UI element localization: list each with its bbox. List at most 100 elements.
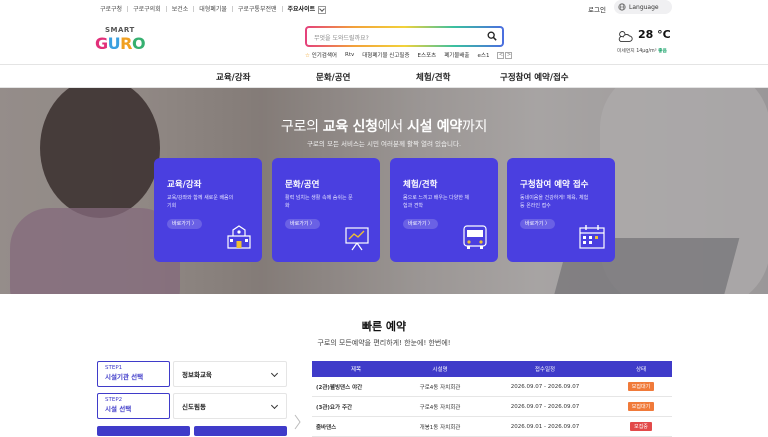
column-header-facility: 시설명 [432, 367, 448, 373]
table-row[interactable]: (2관)웰빙댄스 야간 구로4동 자치회관 2026.09.07 - 2026.… [312, 377, 672, 397]
hero-title-strong: 교육 신청 [322, 119, 378, 135]
keyword-item[interactable]: E스포츠 [418, 51, 437, 59]
keyword-item[interactable]: 대형폐기물 신고필증 [362, 51, 409, 59]
keyword-item[interactable]: Rtv [345, 52, 354, 58]
card-education[interactable]: 교육/강좌 교육/강좌와 함께 새로운 배움의 기회 바로가기 〉 [154, 158, 262, 262]
card-title: 교육/강좌 [167, 180, 202, 190]
card-experience[interactable]: 체험/견학 몸으로 느끼고 배우는 다양한 체험과 견학 바로가기 〉 [390, 158, 498, 262]
facility-type-value: 정보화교육 [182, 371, 212, 379]
nav-item-participation[interactable]: 구정참여 예약/접수 [500, 71, 569, 83]
logo-guro-text: GURO [95, 34, 146, 53]
nav-item-experience[interactable]: 체험/견학 [416, 71, 450, 83]
top-link-guro-office[interactable]: 구로구청 [100, 4, 122, 13]
main-nav: 교육/강좌 문화/공연 체험/견학 구정참여 예약/접수 [0, 64, 768, 88]
login-link[interactable]: 로그인 [588, 4, 606, 14]
temperature: 28 °C [638, 28, 671, 41]
nav-item-culture[interactable]: 문화/공연 [316, 71, 350, 83]
card-go-button[interactable]: 바로가기 〉 [167, 219, 202, 229]
top-link-misc[interactable]: 구로구통부전맨 [238, 4, 277, 13]
row-period: 2026.09.01 - 2026.09.07 [510, 423, 580, 430]
row-title: 줌바댄스 [316, 424, 337, 431]
smart-guro-logo[interactable]: SMART GURO [95, 26, 151, 58]
top-link-council[interactable]: 구로구의회 [133, 4, 161, 13]
row-facility: 구로4동 자치회관 [419, 404, 461, 411]
column-header-title: 제목 [350, 367, 362, 373]
column-header-status: 상태 [635, 367, 647, 373]
calendar-icon [579, 225, 605, 249]
search-icon[interactable] [487, 31, 497, 41]
status-badge: 모집중 [630, 422, 652, 431]
hero-title-part: 에서 [377, 119, 408, 135]
keyword-item[interactable]: e스1 [478, 51, 490, 59]
card-title: 체험/견학 [403, 180, 438, 190]
quick-action-button-left[interactable] [97, 426, 190, 436]
card-title: 문화/공연 [285, 180, 320, 190]
step2-title: 시설 선택 [105, 405, 132, 413]
quick-reservation-subtitle: 구로의 모든예약을 편리하게! 한눈에! 한번에! [317, 339, 451, 347]
divider [127, 5, 129, 12]
keyword-prev-button[interactable]: < [497, 51, 505, 59]
step1-label-box: STEP1 시설기관 선택 [97, 361, 170, 387]
chevron-right-icon[interactable] [293, 414, 301, 430]
chevron-down-icon[interactable] [318, 5, 327, 14]
search-input[interactable]: 무엇을 도와드릴까요? [314, 33, 369, 42]
search-box[interactable]: 무엇을 도와드릴까요? [305, 26, 504, 47]
weather-widget: 28 °C 미세먼지 14μg/m³ 좋음 [616, 28, 676, 58]
card-description: 동네이음을 건강하게! 체육, 체험등 온라인 접수 [520, 195, 589, 209]
divider [281, 5, 283, 12]
card-description: 활력 넘치는 생활 속에 숨쉬는 문화 [285, 195, 353, 209]
top-utility-links: 구로구청 구로구의회 보건소 대형폐기물 구로구통부전맨 주요사이트 [100, 4, 327, 14]
table-row[interactable]: (3관)요가 주간 구로4동 자치회관 2026.09.07 - 2026.09… [312, 397, 672, 417]
facility-select[interactable]: 신도림동 [173, 393, 287, 419]
row-title: (3관)요가 주간 [316, 404, 353, 411]
card-participation[interactable]: 구청참여 예약 접수 동네이음을 건강하게! 체육, 체험등 온라인 접수 바로… [507, 158, 615, 262]
chevron-down-icon [270, 401, 279, 410]
language-selector[interactable]: Language [614, 0, 672, 14]
quick-action-button-right[interactable] [194, 426, 287, 436]
step2-label-box: STEP2 시설 선택 [97, 393, 170, 419]
card-go-button[interactable]: 바로가기 〉 [403, 219, 438, 229]
row-period: 2026.09.07 - 2026.09.07 [510, 383, 580, 390]
card-title: 구청참여 예약 접수 [520, 180, 589, 190]
row-facility: 개봉1동 자치회관 [419, 424, 461, 431]
featured-sites-link[interactable]: 주요사이트 [288, 4, 316, 13]
quick-reservation-title: 빠른 예약 [361, 320, 407, 333]
hero-title-strong: 시설 예약 [407, 119, 462, 135]
card-description: 몸으로 느끼고 배우는 다양한 체험과 견학 [403, 195, 470, 209]
table-header: 제목 시설명 접수일정 상태 [312, 361, 672, 377]
column-header-period: 접수일정 [534, 367, 556, 373]
dust-value: 14μg/m³ [636, 49, 657, 54]
dust-status: 좋음 [658, 49, 667, 54]
step1-title: 시설기관 선택 [105, 373, 144, 381]
row-period: 2026.09.07 - 2026.09.07 [510, 403, 580, 410]
card-culture[interactable]: 문화/공연 활력 넘치는 생활 속에 숨쉬는 문화 바로가기 〉 [272, 158, 380, 262]
school-icon [227, 225, 251, 249]
status-badge: 모집대기 [627, 382, 655, 391]
bus-icon [463, 225, 487, 249]
globe-icon [618, 3, 626, 11]
facility-value: 신도림동 [182, 403, 206, 411]
top-link-health-center[interactable]: 보건소 [172, 4, 189, 13]
divider [231, 5, 233, 12]
hero-subtitle: 구로의 모든 서비스는 시민 여러분께 활짝 열려 있습니다. [306, 140, 462, 148]
chevron-down-icon [270, 369, 279, 378]
presentation-icon [345, 227, 369, 251]
top-link-bulky-waste[interactable]: 대형폐기물 [199, 4, 227, 13]
hero-title-part: 구로의 [280, 119, 323, 135]
hero-title-part: 까지 [461, 119, 488, 135]
logo-smart-text: SMART [105, 26, 135, 34]
row-facility: 구로4동 자치회관 [419, 384, 461, 391]
card-go-button[interactable]: 바로가기 〉 [520, 219, 555, 229]
nav-item-education[interactable]: 교육/강좌 [216, 71, 250, 83]
keyword-next-button[interactable]: > [505, 51, 513, 59]
fine-dust-info: 미세먼지 14μg/m³ 좋음 [617, 47, 667, 54]
keyword-item[interactable]: 폐기물배출 [444, 51, 469, 59]
card-go-button[interactable]: 바로가기 〉 [285, 219, 320, 229]
status-badge: 모집대기 [627, 402, 655, 411]
hero-title: 구로의 교육 신청에서 시설 예약까지 [0, 116, 768, 136]
facility-type-select[interactable]: 정보화교육 [173, 361, 287, 387]
hero-banner: 구로의 교육 신청에서 시설 예약까지 구로의 모든 서비스는 시민 여러분께 … [0, 88, 768, 294]
popular-keywords-title: 인기검색어 [311, 53, 337, 59]
table-row[interactable]: 줌바댄스 개봉1동 자치회관 2026.09.01 - 2026.09.07 모… [312, 417, 672, 437]
card-description: 교육/강좌와 함께 새로운 배움의 기회 [167, 195, 234, 209]
